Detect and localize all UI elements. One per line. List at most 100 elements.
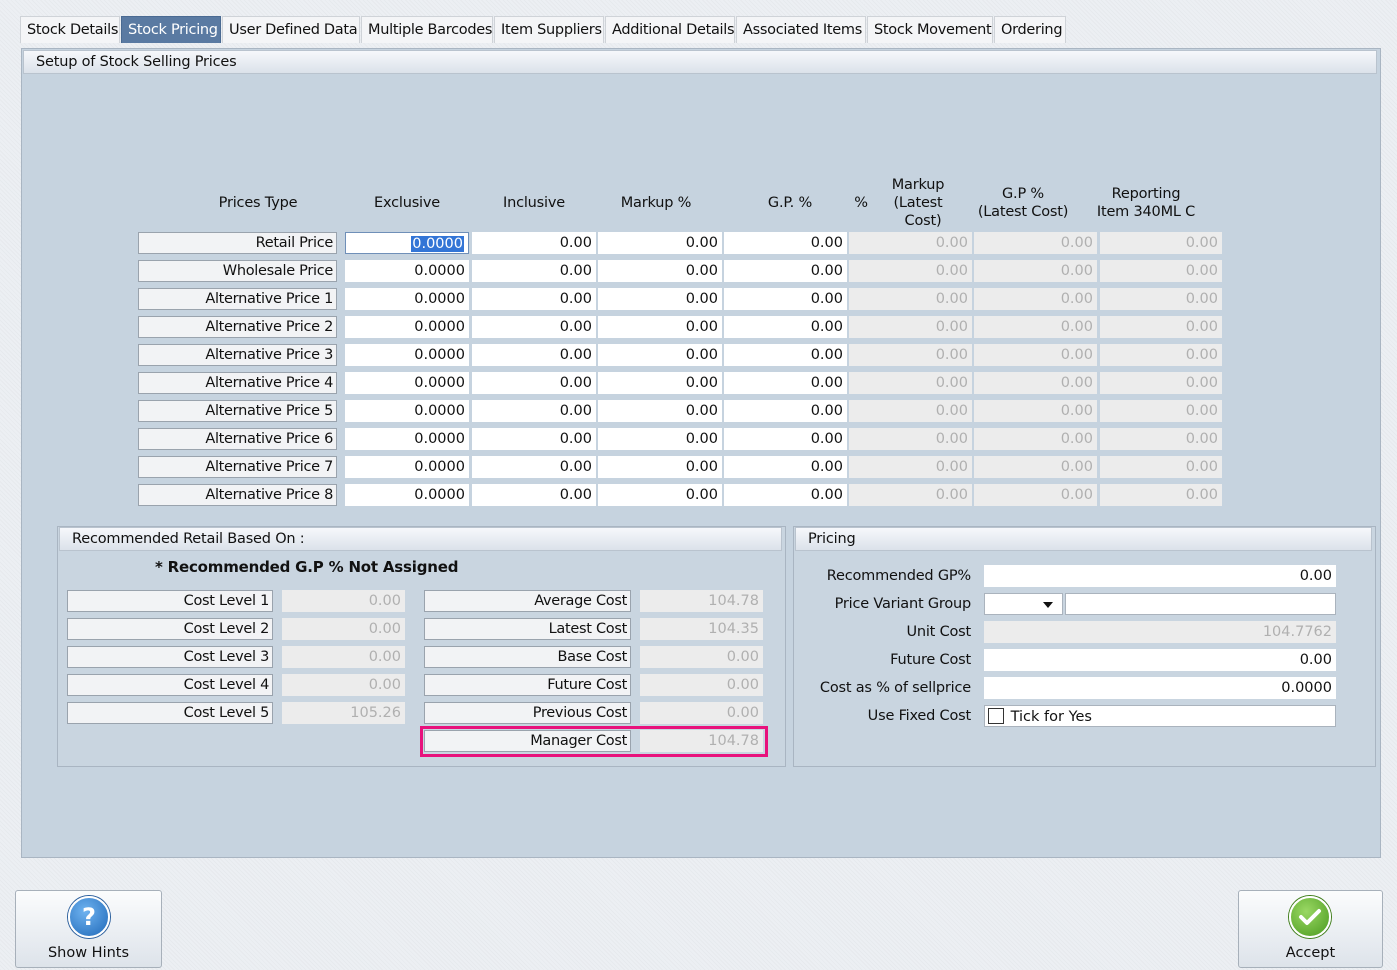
section-title: Setup of Stock Selling Prices bbox=[36, 54, 237, 70]
price-row-label: Alternative Price 3 bbox=[138, 344, 337, 366]
show-hints-button[interactable]: ? Show Hints bbox=[15, 890, 162, 968]
col-header-exclusive: Exclusive bbox=[374, 195, 440, 211]
tab-user-defined-data[interactable]: User Defined Data bbox=[222, 16, 360, 43]
price-exclusive-field[interactable]: 0.0000 bbox=[345, 232, 469, 254]
price-exclusive-field[interactable]: 0.0000 bbox=[345, 428, 469, 450]
price-inclusive-field[interactable]: 0.00 bbox=[472, 288, 596, 310]
tab-stock-pricing[interactable]: Stock Pricing bbox=[121, 16, 221, 43]
price-inclusive-field[interactable]: 0.00 bbox=[472, 484, 596, 506]
cost-pct-input[interactable]: 0.0000 bbox=[984, 677, 1336, 699]
tab-multiple-barcodes[interactable]: Multiple Barcodes bbox=[361, 16, 493, 43]
price-variant-group-label: Price Variant Group bbox=[834, 596, 972, 612]
help-icon: ? bbox=[68, 896, 110, 938]
price-exclusive-field[interactable]: 0.0000 bbox=[345, 400, 469, 422]
chevron-down-icon bbox=[1043, 602, 1053, 608]
price-markup-field[interactable]: 0.00 bbox=[598, 400, 722, 422]
price-markup-field[interactable]: 0.00 bbox=[598, 260, 722, 282]
pricing-header: Pricing bbox=[795, 527, 1372, 551]
price-inclusive-field[interactable]: 0.00 bbox=[472, 344, 596, 366]
price-gp-latest-field: 0.00 bbox=[974, 344, 1097, 366]
price-inclusive-field[interactable]: 0.00 bbox=[472, 456, 596, 478]
cost-level-value: 105.26 bbox=[282, 702, 405, 724]
price-markup-latest-field: 0.00 bbox=[849, 484, 972, 506]
tab-associated-items[interactable]: Associated Items bbox=[736, 16, 866, 43]
price-gp-field[interactable]: 0.00 bbox=[724, 316, 847, 338]
price-gp-latest-field: 0.00 bbox=[974, 428, 1097, 450]
price-inclusive-field[interactable]: 0.00 bbox=[472, 232, 596, 254]
price-gp-field[interactable]: 0.00 bbox=[724, 232, 847, 254]
price-exclusive-field[interactable]: 0.0000 bbox=[345, 260, 469, 282]
price-markup-field[interactable]: 0.00 bbox=[598, 316, 722, 338]
cost-level-value: 0.00 bbox=[282, 674, 405, 696]
cost-level-label: Cost Level 1 bbox=[67, 590, 273, 612]
price-markup-field[interactable]: 0.00 bbox=[598, 372, 722, 394]
price-markup-field[interactable]: 0.00 bbox=[598, 428, 722, 450]
use-fixed-cost-label: Use Fixed Cost bbox=[867, 708, 972, 724]
tab-additional-details[interactable]: Additional Details bbox=[605, 16, 735, 43]
price-gp-field[interactable]: 0.00 bbox=[724, 428, 847, 450]
price-markup-field[interactable]: 0.00 bbox=[598, 484, 722, 506]
price-gp-latest-field: 0.00 bbox=[974, 316, 1097, 338]
use-fixed-cost-checkbox-label[interactable]: Tick for Yes bbox=[1011, 709, 1092, 725]
price-gp-field[interactable]: 0.00 bbox=[724, 344, 847, 366]
average-cost-value: 104.78 bbox=[640, 590, 763, 612]
price-gp-field[interactable]: 0.00 bbox=[724, 372, 847, 394]
price-exclusive-field[interactable]: 0.0000 bbox=[345, 484, 469, 506]
price-inclusive-field[interactable]: 0.00 bbox=[472, 260, 596, 282]
price-row-label: Alternative Price 7 bbox=[138, 456, 337, 478]
price-gp-field[interactable]: 0.00 bbox=[724, 260, 847, 282]
latest-cost-value: 104.35 bbox=[640, 618, 763, 640]
price-markup-field[interactable]: 0.00 bbox=[598, 344, 722, 366]
price-exclusive-field[interactable]: 0.0000 bbox=[345, 288, 469, 310]
section-header: Setup of Stock Selling Prices bbox=[23, 50, 1377, 74]
col-header-gp-latest: G.P % (Latest Cost) bbox=[977, 186, 1069, 220]
price-row-label: Alternative Price 2 bbox=[138, 316, 337, 338]
previous-cost-value: 0.00 bbox=[640, 702, 763, 724]
cost-level-value: 0.00 bbox=[282, 590, 405, 612]
price-gp-field[interactable]: 0.00 bbox=[724, 400, 847, 422]
price-exclusive-field[interactable]: 0.0000 bbox=[345, 456, 469, 478]
manager-cost-highlight bbox=[420, 726, 768, 757]
price-inclusive-field[interactable]: 0.00 bbox=[472, 400, 596, 422]
price-markup-field[interactable]: 0.00 bbox=[598, 232, 722, 254]
price-variant-group-text[interactable] bbox=[1065, 593, 1336, 615]
price-gp-latest-field: 0.00 bbox=[974, 400, 1097, 422]
cost-level-value: 0.00 bbox=[282, 646, 405, 668]
price-row-label: Alternative Price 6 bbox=[138, 428, 337, 450]
price-reporting-field: 0.00 bbox=[1100, 400, 1222, 422]
latest-cost-label: Latest Cost bbox=[424, 618, 631, 640]
tab-stock-movement[interactable]: Stock Movement bbox=[867, 16, 993, 43]
price-exclusive-field[interactable]: 0.0000 bbox=[345, 316, 469, 338]
price-markup-latest-field: 0.00 bbox=[849, 260, 972, 282]
price-markup-field[interactable]: 0.00 bbox=[598, 288, 722, 310]
price-row-label: Alternative Price 4 bbox=[138, 372, 337, 394]
price-gp-field[interactable]: 0.00 bbox=[724, 456, 847, 478]
unit-cost-label: Unit Cost bbox=[906, 624, 971, 640]
unit-cost-value: 104.7762 bbox=[984, 621, 1336, 643]
tab-item-suppliers[interactable]: Item Suppliers bbox=[494, 16, 604, 43]
cost-level-label: Cost Level 4 bbox=[67, 674, 273, 696]
price-gp-field[interactable]: 0.00 bbox=[724, 288, 847, 310]
cost-level-value: 0.00 bbox=[282, 618, 405, 640]
pricing-group bbox=[793, 526, 1376, 767]
accept-button[interactable]: Accept bbox=[1238, 890, 1383, 968]
price-variant-group-select[interactable] bbox=[984, 593, 1063, 615]
price-inclusive-field[interactable]: 0.00 bbox=[472, 316, 596, 338]
price-markup-field[interactable]: 0.00 bbox=[598, 456, 722, 478]
future-cost-input[interactable]: 0.00 bbox=[984, 649, 1336, 671]
price-markup-latest-field: 0.00 bbox=[849, 428, 972, 450]
price-row-label: Wholesale Price bbox=[138, 260, 337, 282]
price-gp-latest-field: 0.00 bbox=[974, 372, 1097, 394]
use-fixed-cost-checkbox[interactable] bbox=[988, 708, 1004, 724]
price-exclusive-field[interactable]: 0.0000 bbox=[345, 344, 469, 366]
price-inclusive-field[interactable]: 0.00 bbox=[472, 372, 596, 394]
tab-stock-details[interactable]: Stock Details bbox=[20, 16, 120, 43]
price-inclusive-field[interactable]: 0.00 bbox=[472, 428, 596, 450]
price-markup-latest-field: 0.00 bbox=[849, 456, 972, 478]
price-gp-field[interactable]: 0.00 bbox=[724, 484, 847, 506]
recommended-gp-input[interactable]: 0.00 bbox=[984, 565, 1336, 587]
price-reporting-field: 0.00 bbox=[1100, 484, 1222, 506]
tab-ordering[interactable]: Ordering bbox=[994, 16, 1066, 43]
accept-label: Accept bbox=[1285, 945, 1336, 961]
price-exclusive-field[interactable]: 0.0000 bbox=[345, 372, 469, 394]
